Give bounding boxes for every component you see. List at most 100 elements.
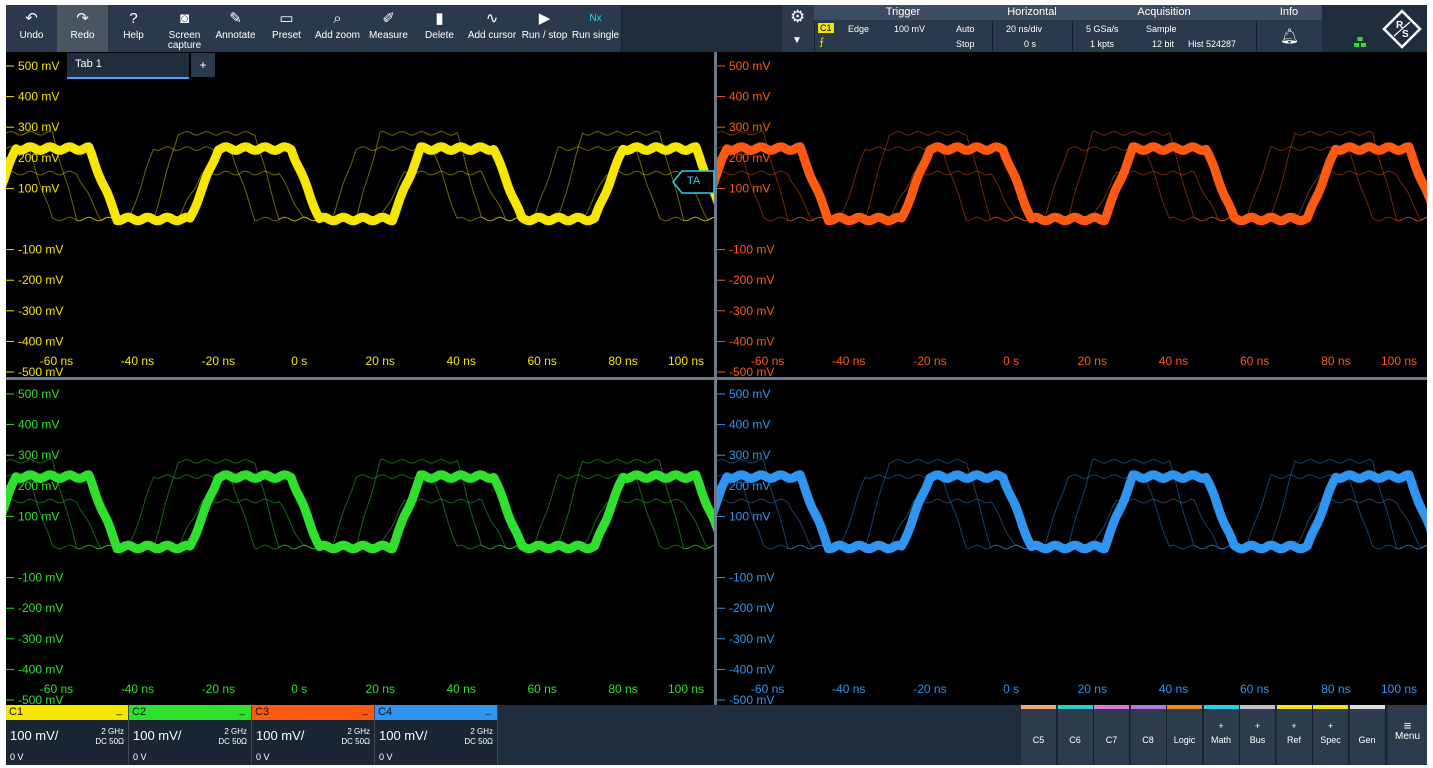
horizontal-panel[interactable]: Horizontal 20 ns/div 0 s (992, 5, 1073, 52)
button-label: Gen (1358, 735, 1376, 745)
menu-button[interactable]: ≡ Menu (1388, 705, 1427, 765)
channel-box-c4[interactable]: C4 _ 100 mV/2 GHz DC 50Ω 0 V (375, 705, 498, 765)
minimize-icon[interactable]: _ (239, 705, 245, 716)
x-axis-label: 0 s (291, 354, 307, 368)
channel-name: C1 (9, 706, 24, 718)
x-axis-label: 60 ns (1240, 354, 1269, 368)
y-axis-label: 200 mV (729, 151, 770, 165)
channel-offset: 0 V (133, 752, 147, 762)
channel-box-c3[interactable]: C3 _ 100 mV/2 GHz DC 50Ω 0 V (252, 705, 375, 765)
channel-coupling: DC 50Ω (218, 737, 247, 746)
button-color-strip (1349, 705, 1385, 709)
trigger-marker[interactable]: TA (672, 170, 716, 194)
x-axis-label: -60 ns (751, 354, 784, 368)
single-icon: Nx (589, 13, 602, 24)
acquisition-panel[interactable]: Acquisition 5 GSa/s 1 kpts Sample 12 bit… (1072, 5, 1257, 52)
toolbar-button-label: Annotate (215, 30, 256, 41)
channel-bandwidth: 2 GHz (347, 727, 370, 736)
add-zoom-button[interactable]: ⌕ Add zoom (312, 5, 364, 52)
undo-button[interactable]: ↶ Undo (6, 5, 58, 52)
y-axis-label: -100 mV (729, 243, 774, 257)
button-color-strip (1057, 705, 1093, 709)
channel-button-math[interactable]: + Math (1203, 705, 1240, 765)
delete-button[interactable]: ▮ Delete (414, 5, 466, 52)
y-axis-label: -200 mV (729, 273, 774, 287)
x-axis-label: -20 ns (202, 682, 235, 696)
y-axis-label: 100 mV (18, 509, 59, 523)
channel-button-logic[interactable]: Logic (1167, 705, 1203, 765)
rs-logo-icon: R S (1382, 9, 1422, 49)
button-label: Logic (1173, 735, 1196, 745)
waveform-pane-c4[interactable]: 500 mV 400 mV 300 mV 200 mV 100 mV -100 mV -20… (717, 380, 1427, 705)
channel-button-spec[interactable]: + Spec (1313, 705, 1349, 765)
plus-icon: + (1218, 721, 1224, 731)
add-tab-button[interactable]: + (191, 53, 215, 77)
run-stop-button[interactable]: ▶ Run / stop (519, 5, 571, 52)
play-icon: ▶ (538, 10, 551, 27)
y-axis-label: -300 mV (729, 304, 774, 318)
acquisition-title: Acquisition (1072, 5, 1256, 20)
minimize-icon[interactable]: _ (116, 705, 122, 716)
waveform-pane-c3[interactable]: 500 mV 400 mV 300 mV 200 mV 100 mV -100 mV -20… (717, 52, 1427, 377)
help-icon: ? (129, 10, 138, 27)
tab-1[interactable]: Tab 1 (67, 53, 189, 79)
button-color-strip (1313, 705, 1348, 709)
gear-icon[interactable]: ⚙ (790, 7, 805, 27)
waveform-plot[interactable]: 500 mV 400 mV 300 mV 200 mV 100 mV -100 mV -20… (6, 380, 714, 705)
x-axis-label: 100 ns (1381, 682, 1417, 696)
channel-button-c5[interactable]: C5 (1021, 705, 1057, 765)
run-single-button[interactable]: Nx Run single (570, 5, 622, 52)
record-length: 1 kpts (1090, 39, 1115, 49)
channel-button-ref[interactable]: + Ref (1276, 705, 1313, 765)
measure-button[interactable]: ✐ Measure (363, 5, 415, 52)
screen-capture-button[interactable]: ◙ Screen capture (159, 5, 211, 52)
trigger-panel[interactable]: Trigger C1 ⨍ Edge 100 mV Auto Stop (814, 5, 993, 52)
channel-button-c7[interactable]: C7 (1094, 705, 1130, 765)
trigger-level: 100 mV (894, 24, 926, 34)
status-header: ⚙ ▼ Trigger C1 ⨍ Edge 100 mV Auto Stop H… (782, 5, 1322, 52)
channel-button-c6[interactable]: C6 (1057, 705, 1094, 765)
annotate-button[interactable]: ✎ Annotate (210, 5, 262, 52)
camera-icon: ◙ (179, 10, 190, 27)
info-panel[interactable]: Info 🔔︎ (1256, 5, 1322, 52)
y-axis-label: 200 mV (729, 479, 770, 493)
channel-box-c2[interactable]: C2 _ 100 mV/2 GHz DC 50Ω 0 V (129, 705, 252, 765)
redo-button[interactable]: ↷ Redo (57, 5, 109, 52)
add-cursor-button[interactable]: ∿ Add cursor (465, 5, 520, 52)
history-count: Hist 524287 (1188, 39, 1237, 49)
waveform-pane-c1[interactable]: 500 mV 400 mV 300 mV 200 mV 100 mV -100 mV -20… (6, 52, 714, 377)
channel-button-bus[interactable]: + Bus (1240, 705, 1276, 765)
x-axis-label: -20 ns (913, 354, 946, 368)
bell-icon[interactable]: 🔔︎ (1280, 27, 1299, 45)
waveform-plot[interactable]: 500 mV 400 mV 300 mV 200 mV 100 mV -100 mV -20… (717, 52, 1427, 377)
horizontal-position: 0 s (1024, 39, 1037, 49)
y-axis-label: -400 mV (18, 334, 63, 348)
y-axis-label: 400 mV (729, 90, 770, 104)
help-button[interactable]: ? Help (108, 5, 160, 52)
waveform-plot[interactable]: 500 mV 400 mV 300 mV 200 mV 100 mV -100 mV -20… (717, 380, 1427, 705)
channel-scale: 100 mV/ (133, 728, 182, 743)
chevron-down-icon[interactable]: ▼ (792, 35, 802, 46)
trigger-title: Trigger (814, 5, 992, 20)
settings-column[interactable]: ⚙ ▼ (782, 5, 815, 52)
channel-box-c1[interactable]: C1 _ 100 mV/2 GHz DC 50Ω 0 V (6, 705, 129, 765)
horizontal-divider[interactable] (6, 377, 1427, 380)
minimize-icon[interactable]: _ (485, 705, 491, 716)
minimize-icon[interactable]: _ (362, 705, 368, 716)
preset-button[interactable]: ▭ Preset (261, 5, 313, 52)
edge-rising-icon: ⨍ (819, 37, 825, 48)
main-trace (6, 142, 714, 226)
channel-offset: 0 V (379, 752, 393, 762)
waveform-plot[interactable]: 500 mV 400 mV 300 mV 200 mV 100 mV -100 mV -20… (6, 52, 714, 377)
y-axis-label: 500 mV (729, 387, 770, 401)
channel-button-gen[interactable]: Gen (1349, 705, 1386, 765)
tab-1-label: Tab 1 (75, 58, 102, 70)
x-axis-label: -20 ns (202, 354, 235, 368)
x-axis-label: 0 s (291, 682, 307, 696)
waveform-pane-c2[interactable]: 500 mV 400 mV 300 mV 200 mV 100 mV -100 mV -20… (6, 380, 714, 705)
y-axis-label: -100 mV (18, 243, 63, 257)
button-color-strip (1203, 705, 1239, 709)
toolbar-button-label: Add zoom (314, 30, 361, 41)
channel-button-c8[interactable]: C8 (1130, 705, 1167, 765)
channel-offset: 0 V (10, 752, 24, 762)
